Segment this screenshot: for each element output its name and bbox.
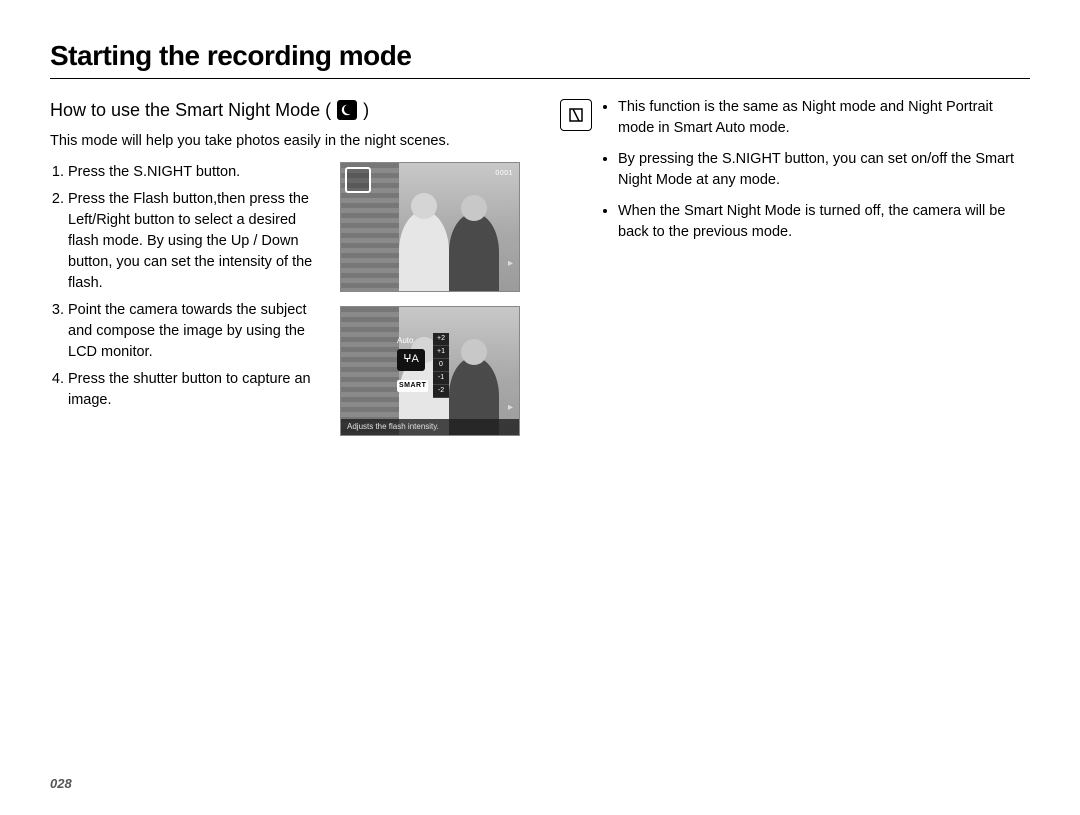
section-subtitle: How to use the Smart Night Mode ( ) [50, 97, 520, 123]
scale-step: +2 [433, 333, 449, 346]
lcd-screenshot-1: 0001 ▸ [340, 162, 520, 292]
note-item: When the Smart Night Mode is turned off,… [618, 201, 1030, 243]
step-item: Press the S.NIGHT button. [68, 162, 326, 183]
scale-step: +1 [433, 346, 449, 359]
thumb-person-graphic [399, 211, 449, 291]
thumb-person-head-graphic [461, 195, 487, 221]
thumb-person-head-graphic [461, 339, 487, 365]
screenshot-thumbnails: 0001 ▸ Auto ⵖA SMART [340, 162, 520, 436]
scale-step: -1 [433, 372, 449, 385]
note-item: By pressing the S.NIGHT button, you can … [618, 149, 1030, 191]
play-icon: ▸ [508, 257, 513, 272]
thumb-person-graphic [449, 213, 499, 291]
scale-step: -2 [433, 385, 449, 398]
manual-page: Starting the recording mode How to use t… [0, 0, 1080, 815]
flash-icon: ⵖA [397, 349, 425, 371]
step-item: Point the camera towards the subject and… [68, 300, 326, 363]
steps-and-thumbs: Press the S.NIGHT button. Press the Flas… [50, 162, 520, 436]
steps-list: Press the S.NIGHT button. Press the Flas… [50, 162, 326, 436]
page-number: 028 [50, 776, 72, 791]
subtitle-prefix: How to use the Smart Night Mode ( [50, 97, 331, 123]
right-column: This function is the same as Night mode … [560, 97, 1030, 436]
note-block: This function is the same as Night mode … [560, 97, 1030, 253]
thumb-person-head-graphic [411, 193, 437, 219]
left-column: How to use the Smart Night Mode ( ) This… [50, 97, 520, 436]
frame-counter: 0001 [495, 169, 513, 179]
intensity-scale: +2 +1 0 -1 -2 [433, 333, 449, 398]
step-item: Press the shutter button to capture an i… [68, 369, 326, 411]
note-icon [560, 99, 592, 131]
smart-night-mode-icon [337, 100, 357, 120]
scale-step: 0 [433, 359, 449, 372]
play-icon: ▸ [508, 401, 513, 416]
intro-text: This mode will help you take photos easi… [50, 131, 520, 152]
thumb-building-graphic [340, 307, 399, 436]
lcd-caption: Adjusts the flash intensity. [341, 419, 519, 435]
note-list: This function is the same as Night mode … [602, 97, 1030, 253]
lcd-screenshot-2: Auto ⵖA SMART +2 +1 0 -1 -2 ▸ Adjusts t [340, 306, 520, 436]
mode-indicator-icon [345, 167, 371, 193]
subtitle-suffix: ) [363, 97, 369, 123]
smart-label: SMART [397, 380, 428, 392]
content-columns: How to use the Smart Night Mode ( ) This… [50, 97, 1030, 436]
step-item: Press the Flash button,then press the Le… [68, 189, 326, 294]
note-item: This function is the same as Night mode … [618, 97, 1030, 139]
page-title: Starting the recording mode [50, 40, 1030, 79]
